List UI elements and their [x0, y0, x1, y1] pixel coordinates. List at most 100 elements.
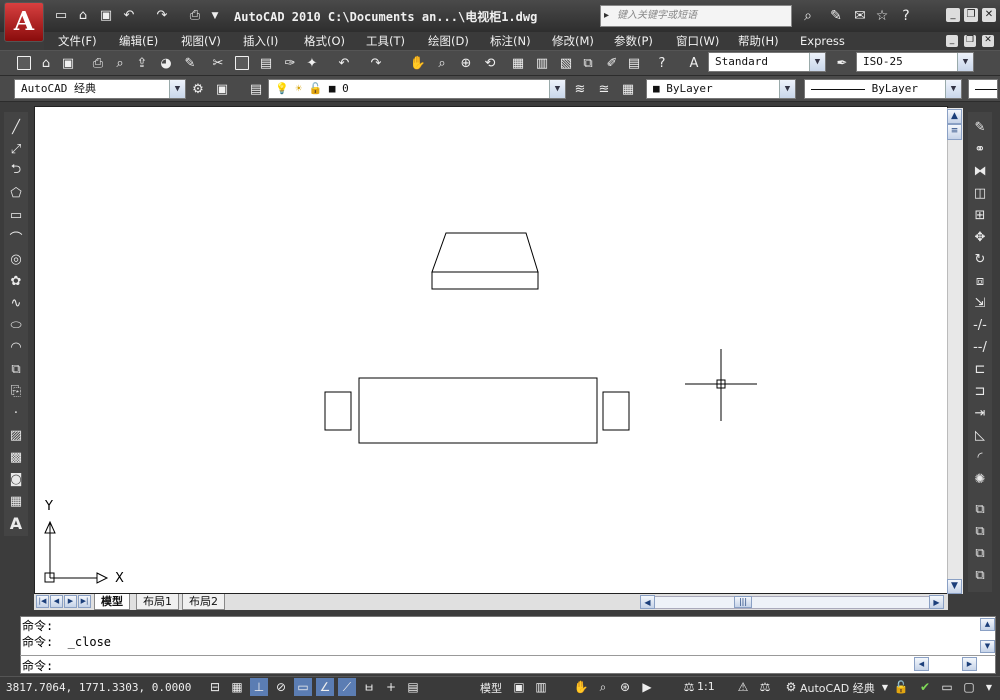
- text-style-select[interactable]: Standard ▼: [708, 52, 826, 72]
- circle-icon[interactable]: ◎: [4, 248, 28, 270]
- layer-properties-icon[interactable]: ▤: [246, 79, 266, 99]
- command-scroll-left-button[interactable]: ◀: [914, 657, 929, 671]
- tb-redo-icon[interactable]: ↷: [366, 53, 386, 73]
- scroll-up-button[interactable]: ▲: [947, 109, 962, 124]
- tab-last-button[interactable]: ▶|: [78, 595, 91, 608]
- explode-icon[interactable]: ✺: [968, 468, 992, 490]
- communication-center-icon[interactable]: ✉: [850, 6, 870, 26]
- insert-block-icon[interactable]: ⧉: [4, 358, 28, 380]
- menu-insert[interactable]: 插入(I): [243, 32, 278, 50]
- match-properties-icon[interactable]: ✑: [280, 53, 300, 73]
- workspace-toggle-icon[interactable]: ▣: [212, 79, 232, 99]
- sheet-set-manager-icon[interactable]: ⧉: [578, 53, 598, 73]
- help-toolbar-icon[interactable]: ?: [652, 53, 672, 73]
- binoculars-icon[interactable]: ⌕: [798, 6, 818, 26]
- menu-edit[interactable]: 编辑(E): [119, 32, 158, 50]
- menu-file[interactable]: 文件(F): [58, 32, 97, 50]
- quick-view-layouts-icon[interactable]: ▣: [510, 678, 528, 696]
- text-style-icon[interactable]: A: [684, 53, 704, 73]
- snap-mode-icon[interactable]: ▦: [228, 678, 246, 696]
- isolate-objects-icon[interactable]: ▭: [938, 678, 956, 696]
- tab-model[interactable]: 模型: [94, 594, 130, 610]
- linetype-select[interactable]: ByLayer ▼: [804, 79, 962, 99]
- break-at-point-icon[interactable]: ⊏: [968, 358, 992, 380]
- scroll-right-button[interactable]: ▶: [929, 595, 944, 609]
- horizontal-scrollbar[interactable]: [640, 596, 944, 609]
- extend-icon[interactable]: --/: [968, 336, 992, 358]
- chamfer-icon[interactable]: ◺: [968, 424, 992, 446]
- zoom-previous-icon[interactable]: ⟲: [480, 53, 500, 73]
- scale-icon[interactable]: ⧈: [968, 270, 992, 292]
- copy-icon[interactable]: [232, 53, 252, 73]
- menu-express[interactable]: Express: [800, 32, 845, 50]
- vertical-scroll-thumb[interactable]: ≡: [947, 124, 962, 140]
- zoom-realtime-icon[interactable]: ⌕: [432, 53, 452, 73]
- layer-states-icon[interactable]: ▦: [618, 79, 638, 99]
- properties-icon[interactable]: ▦: [508, 53, 528, 73]
- rectangle-icon[interactable]: ▭: [4, 204, 28, 226]
- grid-display-icon[interactable]: ⊥: [250, 678, 268, 696]
- object-snap-tracking-icon[interactable]: ⟋: [338, 678, 356, 696]
- dim-style-select[interactable]: ISO-25 ▼: [856, 52, 974, 72]
- coordinate-readout[interactable]: 3817.7064, 1771.3303, 0.0000: [6, 681, 191, 694]
- zoom-window-icon[interactable]: ⊕: [456, 53, 476, 73]
- doc-close-button[interactable]: ✕: [982, 35, 994, 47]
- scroll-down-button[interactable]: ▼: [947, 579, 962, 594]
- design-center-icon[interactable]: ▥: [532, 53, 552, 73]
- quick-access-dropdown-icon[interactable]: ▼: [206, 7, 224, 25]
- menu-format[interactable]: 格式(O): [304, 32, 345, 50]
- object-snap-icon[interactable]: ∠: [316, 678, 334, 696]
- workspace-switching-label[interactable]: AutoCAD 经典: [800, 680, 875, 696]
- mirror-icon[interactable]: ⧓: [968, 160, 992, 182]
- stretch-icon[interactable]: ⇲: [968, 292, 992, 314]
- point-icon[interactable]: ·: [4, 402, 28, 424]
- favorites-star-icon[interactable]: ☆: [872, 6, 892, 26]
- save-icon[interactable]: ▣: [97, 7, 115, 25]
- scroll-left-button[interactable]: ◀: [640, 595, 655, 609]
- command-prompt[interactable]: 命令:: [22, 657, 53, 674]
- table-icon[interactable]: ▦: [4, 490, 28, 512]
- infer-constraints-icon[interactable]: ⊟: [206, 678, 224, 696]
- offset-icon[interactable]: ◫: [968, 182, 992, 204]
- pan-status-icon[interactable]: ✋: [572, 678, 590, 696]
- ellipse-icon[interactable]: ⬭: [4, 314, 28, 336]
- trim-icon[interactable]: -/-: [968, 314, 992, 336]
- zoom-status-icon[interactable]: ⌕: [594, 678, 612, 696]
- construction-line-icon[interactable]: ⤢: [4, 138, 28, 160]
- steering-wheel-icon[interactable]: ⊛: [616, 678, 634, 696]
- lineweight-display-icon[interactable]: ▤: [404, 678, 422, 696]
- minimize-window-button[interactable]: _: [946, 8, 960, 22]
- dynamic-ucs-icon[interactable]: ㅂ: [360, 678, 378, 696]
- showmotion-icon[interactable]: ▶: [638, 678, 656, 696]
- command-scroll-down-button[interactable]: ▼: [980, 640, 995, 653]
- plot-preview-icon[interactable]: ⌕: [110, 53, 130, 73]
- quickcalc-icon[interactable]: ▤: [624, 53, 644, 73]
- region-icon[interactable]: ◙: [4, 468, 28, 490]
- draw-order-front-icon[interactable]: ⧉: [968, 498, 992, 520]
- tab-layout2[interactable]: 布局2: [182, 594, 225, 610]
- annotation-scale-value[interactable]: 1:1: [697, 680, 715, 693]
- line-icon[interactable]: ╱: [4, 116, 28, 138]
- revision-cloud-icon[interactable]: ✿: [4, 270, 28, 292]
- publish-icon[interactable]: ⇪: [132, 53, 152, 73]
- restore-window-button[interactable]: ❐: [964, 8, 978, 22]
- tab-prev-button[interactable]: ◀: [50, 595, 63, 608]
- menu-dimension[interactable]: 标注(N): [490, 32, 531, 50]
- tool-palettes-icon[interactable]: ▧: [556, 53, 576, 73]
- status-bar-menu-icon[interactable]: ▼: [980, 678, 998, 696]
- gradient-icon[interactable]: ▩: [4, 446, 28, 468]
- menu-tools[interactable]: 工具(T): [366, 32, 405, 50]
- open-file-icon[interactable]: ⌂: [74, 7, 92, 25]
- polygon-icon[interactable]: ⬠: [4, 182, 28, 204]
- application-menu-button[interactable]: A: [4, 2, 44, 42]
- menu-view[interactable]: 视图(V): [181, 32, 221, 50]
- hardware-acceleration-icon[interactable]: ✔: [916, 678, 934, 696]
- layer-select[interactable]: 💡 ☀ 🔓 ■ 0 ▼: [268, 79, 566, 99]
- horizontal-scroll-thumb[interactable]: |||: [734, 596, 752, 608]
- clean-screen-icon[interactable]: ▢: [960, 678, 978, 696]
- polyline-icon[interactable]: ⮌: [4, 160, 28, 182]
- paste-icon[interactable]: ▤: [256, 53, 276, 73]
- markup-icon[interactable]: ✐: [602, 53, 622, 73]
- spline-icon[interactable]: ∿: [4, 292, 28, 314]
- polar-tracking-icon[interactable]: ▭: [294, 678, 312, 696]
